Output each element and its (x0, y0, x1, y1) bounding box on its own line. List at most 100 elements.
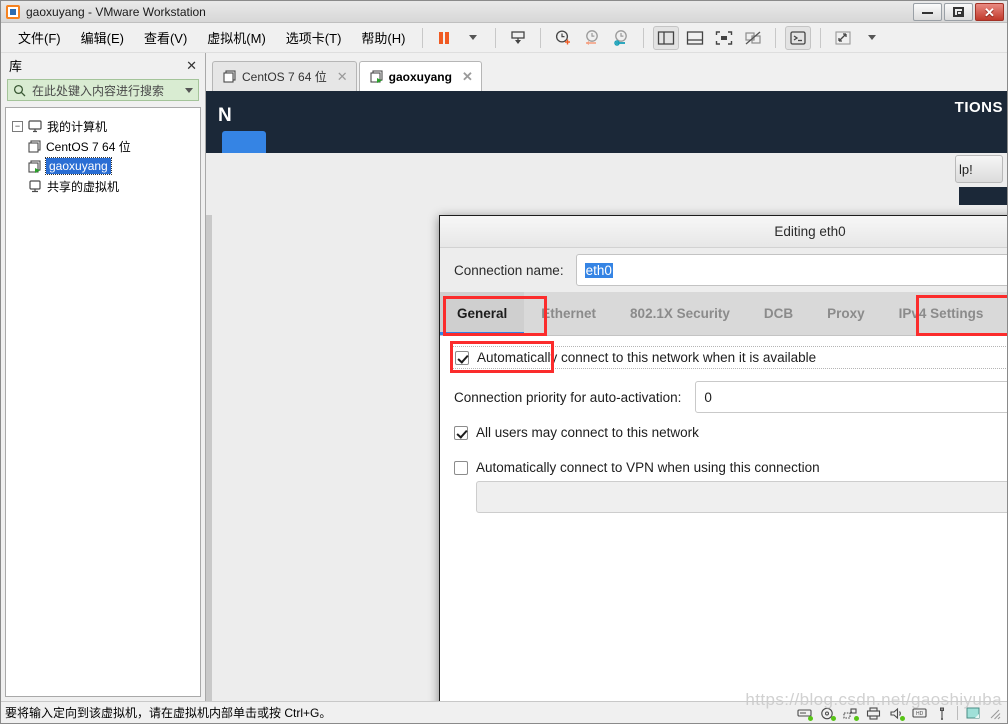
console-button[interactable] (785, 25, 812, 50)
guest-help-button[interactable]: lp! (955, 155, 1003, 183)
tab-proxy[interactable]: Proxy (810, 292, 882, 335)
window-controls: ✕ (913, 3, 1004, 21)
close-icon[interactable]: ✕ (462, 69, 473, 85)
menu-vm[interactable]: 虚拟机(M) (198, 24, 275, 51)
chevron-down-icon[interactable] (185, 87, 193, 93)
status-dot (900, 716, 905, 721)
tree-item-centos[interactable]: CentOS 7 64 位 (10, 136, 196, 156)
dialog-title: Editing eth0 (440, 216, 1007, 248)
tab-ipv4-settings[interactable]: IPv4 Settings (882, 292, 1001, 335)
status-separator (957, 706, 958, 720)
tree-item-my-computer[interactable]: − 我的计算机 (10, 116, 196, 136)
resize-grip-icon[interactable] (988, 707, 1001, 720)
tab-label: gaoxuyang (388, 69, 452, 84)
vm-running-icon (370, 70, 383, 83)
hard-disk-icon[interactable] (796, 706, 813, 721)
all-users-checkbox[interactable] (454, 425, 468, 440)
tree-item-shared-vms[interactable]: 共享的虚拟机 (10, 176, 196, 196)
status-dot (854, 716, 859, 721)
message-icon[interactable] (965, 706, 981, 720)
expander-icon[interactable]: − (12, 120, 23, 132)
stretch-guest-button[interactable] (830, 26, 856, 50)
toolbar-separator (422, 27, 424, 48)
priority-label: Connection priority for auto-activation: (454, 389, 682, 405)
shared-vm-icon (29, 179, 41, 192)
tab-dcb[interactable]: DCB (747, 292, 810, 335)
tab-gaoxuyang[interactable]: gaoxuyang ✕ (358, 61, 482, 91)
take-snapshot-button[interactable] (550, 26, 576, 50)
pause-button[interactable] (431, 26, 457, 50)
close-button[interactable]: ✕ (975, 3, 1004, 21)
close-icon[interactable]: ✕ (186, 59, 197, 72)
priority-row: Connection priority for auto-activation:… (454, 381, 1007, 413)
tab-ethernet[interactable]: Ethernet (524, 292, 613, 335)
vm-icon (223, 70, 236, 83)
clock-wrench-icon (614, 29, 628, 46)
tab-centos[interactable]: CentOS 7 64 位 ✕ (212, 61, 357, 91)
tab-802-1x-security[interactable]: 802.1X Security (613, 292, 747, 335)
menu-view[interactable]: 查看(V) (135, 24, 196, 51)
vpn-label: Automatically connect to VPN when using … (476, 460, 820, 475)
connection-name-input[interactable]: eth0 (575, 254, 1007, 286)
tab-ipv6-settings[interactable]: IPv6 Settings (1000, 292, 1007, 335)
sound-card-icon[interactable] (888, 706, 905, 721)
svg-text:HD: HD (916, 711, 924, 717)
show-thumbnail-bar-button[interactable] (682, 26, 708, 50)
menu-help[interactable]: 帮助(H) (352, 24, 414, 51)
check-icon (457, 353, 467, 363)
auto-connect-checkbox[interactable] (455, 350, 469, 365)
close-icon[interactable]: ✕ (337, 69, 348, 85)
auto-connect-row[interactable]: Automatically connect to this network wh… (450, 346, 1007, 369)
vpn-select[interactable] (476, 481, 1007, 513)
snapshot-manager-button[interactable] (608, 26, 634, 50)
network-adapter-icon[interactable] (842, 706, 859, 721)
vmware-workstation-window: gaoxuyang - VMware Workstation ✕ 文件(F) 编… (0, 0, 1008, 724)
status-dot (831, 716, 836, 721)
menu-tabs[interactable]: 选项卡(T) (277, 24, 351, 51)
menu-file[interactable]: 文件(F) (9, 24, 70, 51)
status-dot (808, 716, 813, 721)
revert-snapshot-button[interactable] (579, 26, 605, 50)
tab-general[interactable]: General (440, 292, 525, 335)
display-icon[interactable]: HD (911, 706, 927, 720)
usb-device-icon[interactable] (934, 706, 950, 720)
connection-name-label: Connection name: (454, 262, 564, 278)
tree-item-gaoxuyang[interactable]: gaoxuyang (10, 156, 196, 176)
unity-button[interactable] (740, 26, 766, 50)
library-panel: 库 ✕ 在此处键入内容进行搜索 − 我的计算机 CentOS 7 64 位 ga… (1, 53, 206, 701)
pause-icon (439, 31, 450, 44)
search-input[interactable]: 在此处键入内容进行搜索 (7, 79, 199, 101)
all-users-row[interactable]: All users may connect to this network (454, 425, 1007, 440)
guest-header-right-label: TIONS (954, 99, 1003, 116)
search-icon (13, 84, 26, 96)
printer-icon[interactable] (865, 706, 881, 720)
priority-value[interactable]: 0 (696, 382, 1007, 412)
content-area: CentOS 7 64 位 ✕ gaoxuyang ✕ N TIONS lp! … (206, 53, 1007, 701)
search-placeholder: 在此处键入内容进行搜索 (32, 83, 165, 98)
stretch-dropdown[interactable] (859, 26, 885, 50)
vpn-row[interactable]: Automatically connect to VPN when using … (454, 460, 1007, 475)
vm-console[interactable]: N TIONS host lp! Editing eth0 (206, 91, 1007, 701)
minimize-button[interactable] (913, 3, 942, 21)
maximize-button[interactable] (944, 3, 973, 21)
manage-snapshot-button[interactable] (505, 26, 531, 50)
check-icon (456, 428, 466, 438)
toolbar-separator-3 (540, 27, 542, 48)
vm-tab-bar: CentOS 7 64 位 ✕ gaoxuyang ✕ (206, 53, 1007, 91)
all-users-label: All users may connect to this network (476, 425, 699, 440)
tree-item-label: CentOS 7 64 位 (46, 139, 131, 154)
power-dropdown[interactable] (460, 26, 486, 50)
panel-bottom-icon (687, 30, 704, 45)
cd-dvd-icon[interactable] (819, 706, 836, 721)
editing-connection-dialog: Editing eth0 Connection name: eth0 Gener… (439, 215, 1007, 701)
auto-connect-label: Automatically connect to this network wh… (477, 350, 817, 365)
guest-left-strip (206, 215, 212, 701)
vpn-checkbox[interactable] (454, 460, 468, 475)
fullscreen-button[interactable] (711, 26, 737, 50)
show-library-button[interactable] (653, 25, 680, 50)
library-title: 库 (9, 58, 23, 74)
window-title: gaoxuyang - VMware Workstation (26, 4, 206, 19)
menu-edit[interactable]: 编辑(E) (72, 24, 133, 51)
priority-stepper[interactable]: 0 − + (695, 381, 1007, 413)
guest-header-title: N (218, 105, 233, 126)
